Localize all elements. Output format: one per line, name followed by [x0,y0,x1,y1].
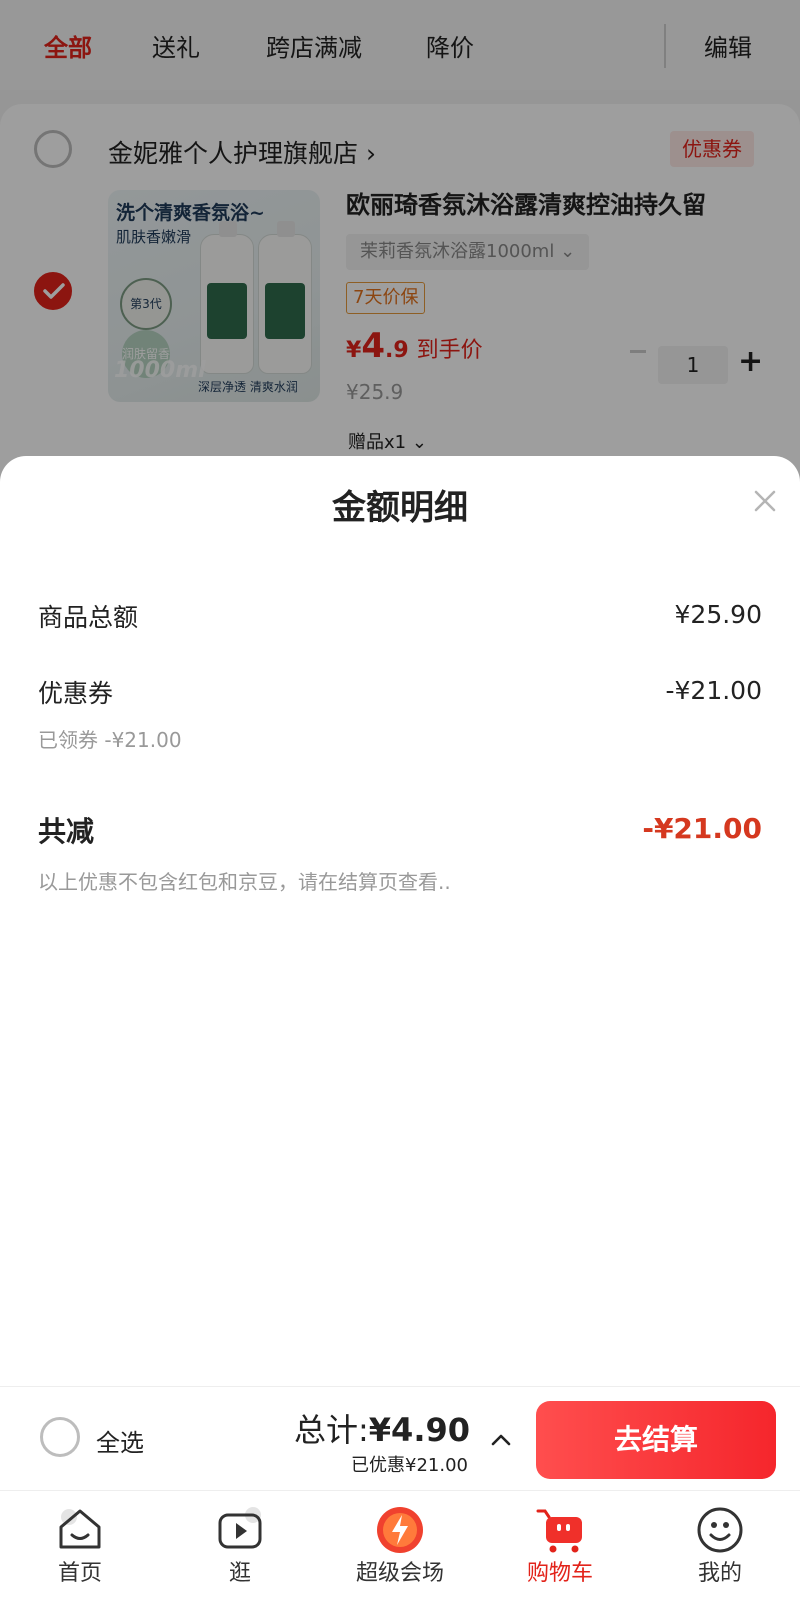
smiley-profile-icon [697,1507,743,1553]
total-discount-value: -¥21.00 [642,812,762,845]
chevron-up-icon[interactable] [490,1429,512,1451]
tabbar-label: 购物车 [526,1561,593,1586]
subtotal-value: ¥25.90 [674,600,762,629]
tabbar-item-browse[interactable]: 逛 [160,1491,320,1599]
tabbar-item-super-venue[interactable]: 超级会场 [320,1491,480,1599]
select-all-radio[interactable] [40,1417,80,1457]
close-icon[interactable] [750,486,780,516]
total-amount: ¥4.90 [368,1411,470,1449]
home-icon [59,1509,101,1549]
tabbar-item-home[interactable]: 首页 [0,1491,160,1599]
subtotal-label: 商品总额 [38,603,139,632]
coupon-claimed-note: 已领券 -¥21.00 [38,728,182,752]
video-play-icon [218,1507,262,1549]
tabbar-label: 首页 [57,1561,102,1586]
tabbar-label: 我的 [697,1561,742,1586]
discount-disclaimer: 以上优惠不包含红包和京豆，请在结算页查看.. [38,870,451,894]
total-price: 总计:¥4.90 [294,1405,470,1451]
tabbar-item-profile[interactable]: 我的 [640,1491,800,1599]
bottom-tab-bar: 首页 逛 超级会场 购物车 我的 [0,1490,800,1599]
sheet-title: 金额明细 [332,488,468,528]
super-venue-icon [377,1507,423,1553]
cart-icon [536,1509,582,1553]
coupon-value: -¥21.00 [665,676,763,705]
tabbar-item-cart[interactable]: 购物车 [480,1491,640,1599]
tabbar-label: 逛 [228,1561,251,1586]
saved-amount: 已优惠¥21.00 [351,1455,468,1476]
amount-detail-sheet: 金额明细 商品总额 ¥25.90 优惠券 -¥21.00 已领券 -¥21.00… [0,456,800,1386]
coupon-label: 优惠券 [38,679,114,708]
total-discount-label: 共减 [38,815,95,848]
checkout-button[interactable]: 去结算 [536,1401,776,1479]
tabbar-label: 超级会场 [355,1561,444,1586]
checkout-bar: 全选 总计:¥4.90 已优惠¥21.00 去结算 [0,1386,800,1490]
total-prefix: 总计: [293,1411,369,1449]
select-all-label[interactable]: 全选 [96,1423,144,1458]
